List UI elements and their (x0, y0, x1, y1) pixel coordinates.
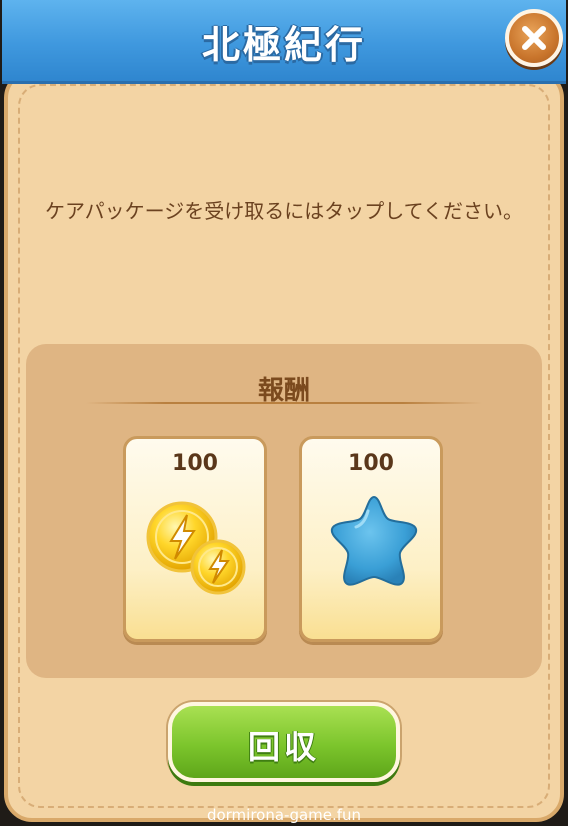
watermark: dormirona-game.fun (206, 806, 362, 824)
energy-coins-icon (146, 501, 246, 595)
collect-button-label: 回収 (247, 728, 320, 766)
close-icon (522, 26, 546, 50)
reward-count: 100 (172, 451, 218, 476)
game-screen: 北極紀行 ケアパッケージを受け取るにはタップしてください。 報酬 100 100… (0, 0, 568, 826)
title-bar: 北極紀行 (2, 0, 566, 84)
blue-star-icon (330, 495, 418, 586)
reward-card-star: 100 (299, 436, 443, 642)
dialog-title: 北極紀行 (201, 23, 366, 67)
reward-count: 100 (348, 451, 394, 476)
rewards-section: 報酬 100 100 (26, 344, 542, 678)
dialog-message: ケアパッケージを受け取るにはタップしてください。 (45, 199, 523, 223)
reward-card-energy: 100 (123, 436, 267, 642)
rewards-divider (86, 402, 482, 404)
collect-button[interactable]: 回収 (168, 702, 400, 782)
close-button[interactable] (505, 9, 563, 67)
